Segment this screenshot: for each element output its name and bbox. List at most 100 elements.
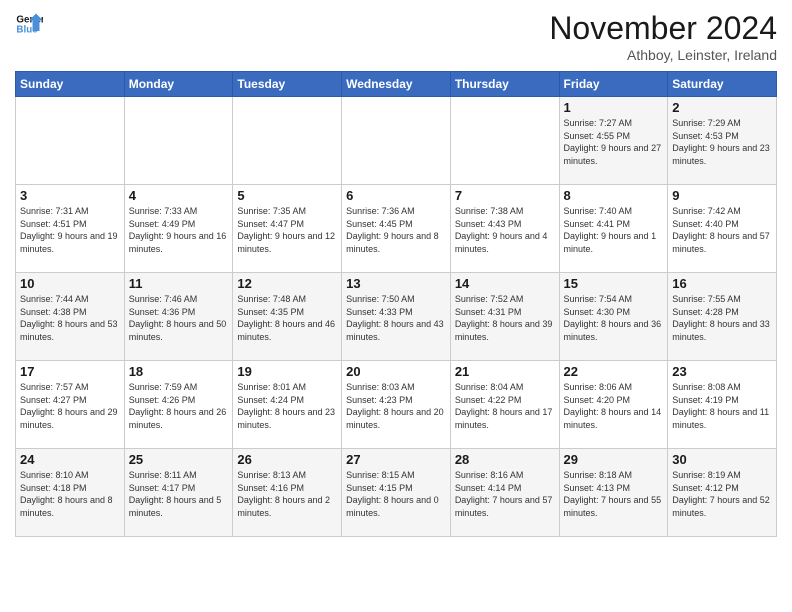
day-cell-2-6: 16 Sunrise: 7:55 AMSunset: 4:28 PMDayligh…: [668, 273, 777, 361]
day-info: Sunrise: 8:18 AMSunset: 4:13 PMDaylight:…: [564, 469, 664, 519]
day-info: Sunrise: 7:48 AMSunset: 4:35 PMDaylight:…: [237, 293, 337, 343]
day-info: Sunrise: 8:04 AMSunset: 4:22 PMDaylight:…: [455, 381, 555, 431]
week-row-4: 17 Sunrise: 7:57 AMSunset: 4:27 PMDayligh…: [16, 361, 777, 449]
day-cell-4-4: 28 Sunrise: 8:16 AMSunset: 4:14 PMDayligh…: [450, 449, 559, 537]
day-number: 29: [564, 452, 664, 467]
day-info: Sunrise: 8:11 AMSunset: 4:17 PMDaylight:…: [129, 469, 229, 519]
day-number: 16: [672, 276, 772, 291]
day-info: Sunrise: 7:46 AMSunset: 4:36 PMDaylight:…: [129, 293, 229, 343]
week-row-2: 3 Sunrise: 7:31 AMSunset: 4:51 PMDaylight…: [16, 185, 777, 273]
col-wednesday: Wednesday: [342, 72, 451, 97]
day-cell-3-3: 20 Sunrise: 8:03 AMSunset: 4:23 PMDayligh…: [342, 361, 451, 449]
day-number: 20: [346, 364, 446, 379]
day-info: Sunrise: 7:31 AMSunset: 4:51 PMDaylight:…: [20, 205, 120, 255]
day-number: 22: [564, 364, 664, 379]
day-number: 24: [20, 452, 120, 467]
day-info: Sunrise: 7:33 AMSunset: 4:49 PMDaylight:…: [129, 205, 229, 255]
day-number: 18: [129, 364, 229, 379]
day-number: 14: [455, 276, 555, 291]
location: Athboy, Leinster, Ireland: [549, 47, 777, 63]
day-number: 26: [237, 452, 337, 467]
day-number: 28: [455, 452, 555, 467]
week-row-3: 10 Sunrise: 7:44 AMSunset: 4:38 PMDayligh…: [16, 273, 777, 361]
day-cell-0-0: [16, 97, 125, 185]
day-cell-2-0: 10 Sunrise: 7:44 AMSunset: 4:38 PMDayligh…: [16, 273, 125, 361]
day-info: Sunrise: 7:35 AMSunset: 4:47 PMDaylight:…: [237, 205, 337, 255]
day-cell-0-1: [124, 97, 233, 185]
col-monday: Monday: [124, 72, 233, 97]
day-number: 2: [672, 100, 772, 115]
day-info: Sunrise: 7:38 AMSunset: 4:43 PMDaylight:…: [455, 205, 555, 255]
page-container: General Blue November 2024 Athboy, Leins…: [0, 0, 792, 547]
day-cell-1-1: 4 Sunrise: 7:33 AMSunset: 4:49 PMDaylight…: [124, 185, 233, 273]
day-number: 4: [129, 188, 229, 203]
day-cell-4-3: 27 Sunrise: 8:15 AMSunset: 4:15 PMDayligh…: [342, 449, 451, 537]
day-cell-2-5: 15 Sunrise: 7:54 AMSunset: 4:30 PMDayligh…: [559, 273, 668, 361]
day-number: 21: [455, 364, 555, 379]
day-info: Sunrise: 8:06 AMSunset: 4:20 PMDaylight:…: [564, 381, 664, 431]
day-cell-3-6: 23Sunrise: 8:08 AMSunset: 4:19 PMDayligh…: [668, 361, 777, 449]
month-title: November 2024: [549, 10, 777, 47]
title-block: November 2024 Athboy, Leinster, Ireland: [549, 10, 777, 63]
day-cell-1-6: 9Sunrise: 7:42 AMSunset: 4:40 PMDaylight…: [668, 185, 777, 273]
day-info: Sunrise: 7:50 AMSunset: 4:33 PMDaylight:…: [346, 293, 446, 343]
day-info: Sunrise: 7:54 AMSunset: 4:30 PMDaylight:…: [564, 293, 664, 343]
day-cell-4-0: 24Sunrise: 8:10 AMSunset: 4:18 PMDayligh…: [16, 449, 125, 537]
week-row-5: 24Sunrise: 8:10 AMSunset: 4:18 PMDayligh…: [16, 449, 777, 537]
header-row: Sunday Monday Tuesday Wednesday Thursday…: [16, 72, 777, 97]
day-info: Sunrise: 7:40 AMSunset: 4:41 PMDaylight:…: [564, 205, 664, 255]
col-tuesday: Tuesday: [233, 72, 342, 97]
day-number: 23: [672, 364, 772, 379]
day-info: Sunrise: 7:27 AMSunset: 4:55 PMDaylight:…: [564, 117, 664, 167]
day-info: Sunrise: 7:29 AMSunset: 4:53 PMDaylight:…: [672, 117, 772, 167]
day-cell-1-2: 5 Sunrise: 7:35 AMSunset: 4:47 PMDaylight…: [233, 185, 342, 273]
day-cell-0-4: [450, 97, 559, 185]
day-info: Sunrise: 8:03 AMSunset: 4:23 PMDaylight:…: [346, 381, 446, 431]
logo-icon: General Blue: [15, 10, 43, 38]
day-info: Sunrise: 7:36 AMSunset: 4:45 PMDaylight:…: [346, 205, 446, 255]
day-number: 3: [20, 188, 120, 203]
day-number: 6: [346, 188, 446, 203]
day-cell-1-4: 7 Sunrise: 7:38 AMSunset: 4:43 PMDaylight…: [450, 185, 559, 273]
day-number: 1: [564, 100, 664, 115]
col-saturday: Saturday: [668, 72, 777, 97]
day-number: 15: [564, 276, 664, 291]
day-cell-3-5: 22 Sunrise: 8:06 AMSunset: 4:20 PMDayligh…: [559, 361, 668, 449]
day-number: 10: [20, 276, 120, 291]
col-friday: Friday: [559, 72, 668, 97]
day-cell-3-4: 21 Sunrise: 8:04 AMSunset: 4:22 PMDayligh…: [450, 361, 559, 449]
day-info: Sunrise: 8:19 AMSunset: 4:12 PMDaylight:…: [672, 469, 772, 519]
day-cell-4-1: 25 Sunrise: 8:11 AMSunset: 4:17 PMDayligh…: [124, 449, 233, 537]
day-info: Sunrise: 7:44 AMSunset: 4:38 PMDaylight:…: [20, 293, 120, 343]
day-number: 27: [346, 452, 446, 467]
day-cell-2-3: 13Sunrise: 7:50 AMSunset: 4:33 PMDayligh…: [342, 273, 451, 361]
day-number: 19: [237, 364, 337, 379]
day-number: 5: [237, 188, 337, 203]
day-info: Sunrise: 7:57 AMSunset: 4:27 PMDaylight:…: [20, 381, 120, 431]
day-cell-3-2: 19Sunrise: 8:01 AMSunset: 4:24 PMDayligh…: [233, 361, 342, 449]
day-info: Sunrise: 7:52 AMSunset: 4:31 PMDaylight:…: [455, 293, 555, 343]
day-number: 12: [237, 276, 337, 291]
day-cell-3-1: 18 Sunrise: 7:59 AMSunset: 4:26 PMDayligh…: [124, 361, 233, 449]
day-cell-2-1: 11Sunrise: 7:46 AMSunset: 4:36 PMDayligh…: [124, 273, 233, 361]
day-info: Sunrise: 8:16 AMSunset: 4:14 PMDaylight:…: [455, 469, 555, 519]
day-number: 7: [455, 188, 555, 203]
day-cell-3-0: 17 Sunrise: 7:57 AMSunset: 4:27 PMDayligh…: [16, 361, 125, 449]
calendar-table: Sunday Monday Tuesday Wednesday Thursday…: [15, 71, 777, 537]
logo: General Blue: [15, 10, 43, 38]
day-info: Sunrise: 8:15 AMSunset: 4:15 PMDaylight:…: [346, 469, 446, 519]
day-cell-4-5: 29 Sunrise: 8:18 AMSunset: 4:13 PMDayligh…: [559, 449, 668, 537]
day-cell-1-0: 3 Sunrise: 7:31 AMSunset: 4:51 PMDaylight…: [16, 185, 125, 273]
day-cell-0-2: [233, 97, 342, 185]
col-thursday: Thursday: [450, 72, 559, 97]
day-number: 25: [129, 452, 229, 467]
day-cell-1-3: 6 Sunrise: 7:36 AMSunset: 4:45 PMDaylight…: [342, 185, 451, 273]
day-cell-2-2: 12 Sunrise: 7:48 AMSunset: 4:35 PMDayligh…: [233, 273, 342, 361]
day-info: Sunrise: 7:55 AMSunset: 4:28 PMDaylight:…: [672, 293, 772, 343]
day-info: Sunrise: 7:59 AMSunset: 4:26 PMDaylight:…: [129, 381, 229, 431]
day-info: Sunrise: 7:42 AMSunset: 4:40 PMDaylight:…: [672, 205, 772, 255]
day-info: Sunrise: 8:13 AMSunset: 4:16 PMDaylight:…: [237, 469, 337, 519]
day-number: 17: [20, 364, 120, 379]
page-header: General Blue November 2024 Athboy, Leins…: [15, 10, 777, 63]
day-cell-1-5: 8Sunrise: 7:40 AMSunset: 4:41 PMDaylight…: [559, 185, 668, 273]
